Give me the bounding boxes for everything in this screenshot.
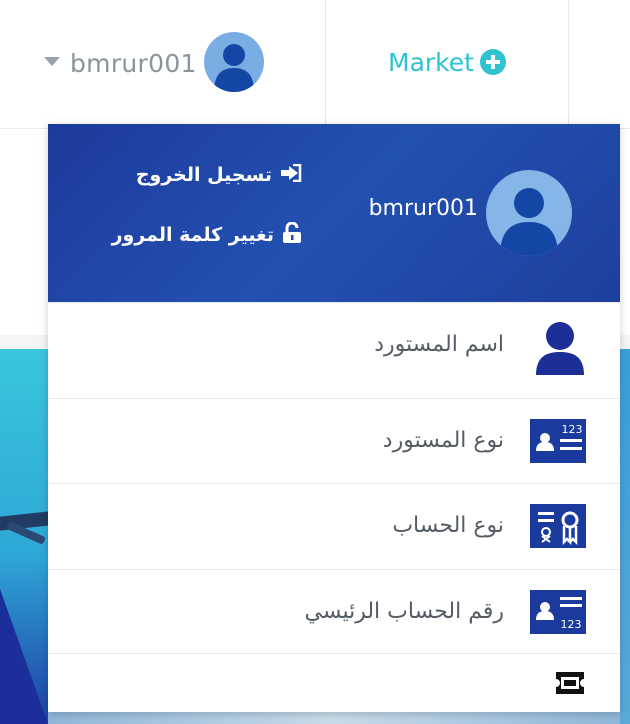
banner-image [0, 349, 48, 724]
navbar-divider [568, 0, 569, 128]
info-row-ticket [48, 653, 620, 712]
user-avatar-icon [486, 170, 572, 256]
row-label: نوع الحساب [392, 513, 504, 538]
id-card-123-icon: 123 [530, 417, 588, 465]
banner-image-bottom [48, 712, 620, 724]
change-password-label: تغيير كلمة المرور [111, 224, 274, 246]
sign-out-icon [280, 163, 302, 187]
certificate-icon [530, 502, 588, 550]
user-icon [530, 321, 588, 375]
svg-text:123: 123 [561, 618, 582, 631]
unlock-icon [282, 221, 302, 249]
dropdown-username: bmrur001 [368, 196, 478, 221]
user-dropdown-menu: bmrur001 تسجيل الخروج تغيير كلمة المرور [48, 124, 620, 712]
info-row-main-account-number: رقم الحساب الرئيسي 123 [48, 569, 620, 654]
user-menu-toggle[interactable]: bmrur001 [44, 32, 274, 94]
topbar-username: bmrur001 [70, 48, 197, 78]
banner-image-edge [620, 349, 630, 724]
row-label: اسم المستورد [374, 332, 504, 357]
change-password-link[interactable]: تغيير كلمة المرور [112, 220, 302, 250]
row-label: رقم الحساب الرئيسي [304, 599, 504, 624]
info-row-importer-name: اسم المستورد [48, 302, 620, 387]
account-number-icon: 123 [530, 588, 588, 636]
logout-link[interactable]: تسجيل الخروج [136, 160, 302, 190]
market-label: Market [388, 47, 474, 77]
info-row-importer-type: نوع المستورد 123 [48, 398, 620, 483]
top-navbar: bmrur001 Market [0, 0, 630, 129]
plus-circle-icon [479, 49, 506, 75]
dropdown-header: bmrur001 تسجيل الخروج تغيير كلمة المرور [48, 124, 620, 302]
caret-down-icon [44, 56, 60, 66]
banner-shape [0, 589, 48, 724]
svg-text:123: 123 [562, 423, 583, 436]
row-label: نوع المستورد [382, 428, 504, 453]
logout-label: تسجيل الخروج [135, 164, 272, 186]
info-row-account-type: نوع الحساب [48, 483, 620, 568]
market-button[interactable]: Market [388, 40, 506, 84]
ticket-icon [530, 668, 588, 712]
navbar-divider [325, 0, 326, 128]
user-avatar-icon [204, 32, 264, 92]
